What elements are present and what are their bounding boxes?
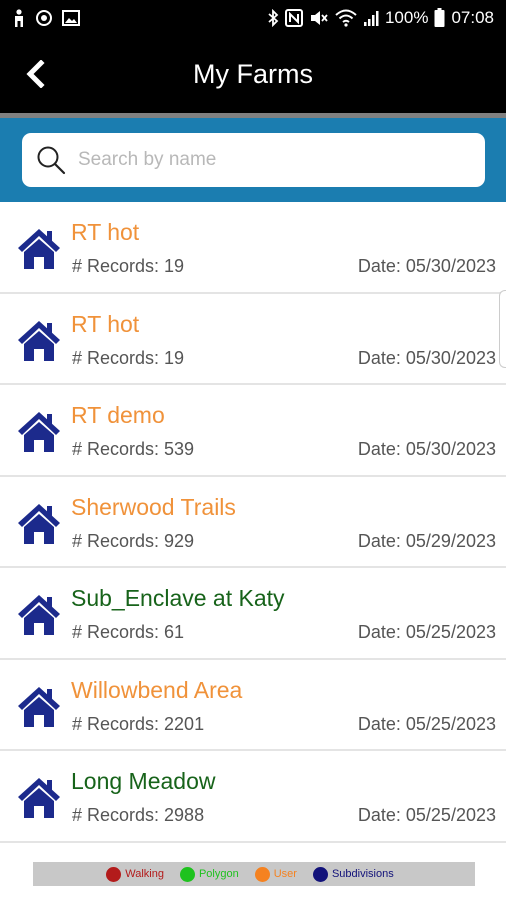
legend-label: Walking bbox=[125, 868, 164, 880]
farm-records: # Records: 539 bbox=[72, 439, 195, 459]
nfc-icon bbox=[284, 8, 303, 27]
farm-date: Date: 05/25/2023 bbox=[357, 805, 496, 825]
battery-icon bbox=[434, 8, 445, 27]
farm-date: Date: 05/30/2023 bbox=[357, 439, 496, 459]
legend-item: Subdivisions bbox=[312, 866, 394, 882]
house-icon bbox=[18, 778, 60, 818]
farm-list-item[interactable]: RT demo # Records: 539 Date: 05/30/2023 bbox=[0, 385, 506, 477]
farm-list-item[interactable]: Sub_Enclave at Katy # Records: 61 Date: … bbox=[0, 568, 506, 660]
back-button[interactable] bbox=[16, 55, 54, 93]
legend-item: Walking bbox=[106, 866, 164, 882]
legend-item: User bbox=[254, 866, 297, 882]
house-icon bbox=[18, 503, 60, 544]
farm-records: # Records: 929 bbox=[72, 530, 195, 551]
farm-name: RT demo bbox=[71, 402, 165, 428]
search-box[interactable] bbox=[22, 133, 485, 187]
farm-name: Willowbend Area bbox=[71, 676, 243, 703]
target-icon bbox=[35, 9, 53, 27]
farm-name: Sherwood Trails bbox=[71, 493, 236, 520]
farm-date: Date: 05/29/2023 bbox=[357, 530, 496, 551]
legend-label: User bbox=[273, 868, 297, 880]
legend-dot bbox=[106, 866, 122, 882]
farm-list-item[interactable]: Long Meadow # Records: 2988 Date: 05/25/… bbox=[0, 751, 506, 843]
accessibility-icon bbox=[12, 8, 26, 27]
app-header: My Farms bbox=[0, 35, 506, 113]
search-input[interactable] bbox=[78, 149, 458, 171]
legend-label: Polygon bbox=[198, 868, 239, 880]
scroll-indicator[interactable] bbox=[499, 290, 506, 368]
mute-icon bbox=[309, 9, 329, 27]
clock: 07:08 bbox=[451, 7, 494, 27]
house-icon bbox=[18, 320, 60, 361]
signal-icon bbox=[363, 10, 379, 26]
chevron-left-icon bbox=[26, 60, 45, 88]
farm-records: # Records: 19 bbox=[72, 347, 185, 368]
image-icon bbox=[62, 9, 80, 26]
farm-records: # Records: 61 bbox=[72, 622, 185, 642]
status-bar: 100% 07:08 bbox=[0, 0, 506, 35]
search-band bbox=[0, 118, 506, 202]
legend-label: Subdivisions bbox=[331, 868, 394, 880]
farm-list-item[interactable]: Willowbend Area # Records: 2201 Date: 05… bbox=[0, 660, 506, 751]
farm-date: Date: 05/25/2023 bbox=[357, 622, 496, 642]
farm-date: Date: 05/25/2023 bbox=[357, 713, 496, 734]
house-icon bbox=[18, 229, 60, 269]
farm-name: Sub_Enclave at Katy bbox=[71, 585, 285, 611]
farm-list-item[interactable]: Sherwood Trails # Records: 929 Date: 05/… bbox=[0, 477, 506, 568]
legend-dot bbox=[254, 866, 270, 882]
legend-item: Polygon bbox=[179, 866, 239, 882]
house-icon bbox=[18, 595, 60, 635]
status-right: 100% 07:08 bbox=[267, 8, 494, 28]
farm-name: RT hot bbox=[71, 219, 140, 245]
legend-dot bbox=[312, 866, 328, 882]
page-title: My Farms bbox=[193, 58, 313, 89]
house-icon bbox=[18, 412, 60, 452]
farm-list-item[interactable]: RT hot # Records: 19 Date: 05/30/2023 bbox=[0, 294, 506, 385]
farm-records: # Records: 19 bbox=[72, 256, 185, 276]
house-icon bbox=[18, 686, 60, 727]
wifi-icon bbox=[335, 9, 357, 27]
farm-date: Date: 05/30/2023 bbox=[357, 347, 496, 368]
status-left bbox=[12, 8, 80, 27]
farm-name: RT hot bbox=[71, 310, 140, 337]
farm-list-item[interactable]: RT hot # Records: 19 Date: 05/30/2023 bbox=[0, 202, 506, 294]
farm-name: Long Meadow bbox=[71, 768, 216, 794]
legend: Walking Polygon User Subdivisions bbox=[33, 862, 475, 886]
battery-level: 100% bbox=[384, 7, 429, 27]
bluetooth-icon bbox=[267, 8, 279, 27]
farm-records: # Records: 2201 bbox=[72, 713, 205, 734]
farm-list: RT hot # Records: 19 Date: 05/30/2023 RT… bbox=[0, 202, 506, 843]
search-icon bbox=[37, 146, 66, 175]
legend-dot bbox=[179, 866, 195, 882]
farm-records: # Records: 2988 bbox=[72, 805, 205, 825]
farm-date: Date: 05/30/2023 bbox=[357, 256, 496, 276]
